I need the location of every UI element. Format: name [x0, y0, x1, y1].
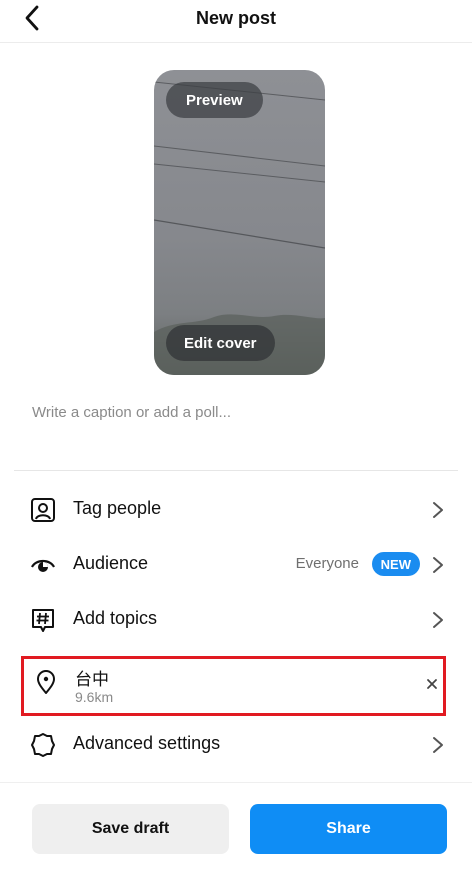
- location-pin-icon: [37, 670, 55, 694]
- add-topics-label: Add topics: [73, 608, 158, 628]
- location-row[interactable]: 台中 9.6km: [21, 656, 446, 716]
- chevron-right-icon: [433, 557, 443, 573]
- audience-label: Audience: [73, 553, 149, 573]
- tag-people-label: Tag people: [73, 498, 162, 518]
- advanced-settings-label: Advanced settings: [73, 733, 221, 753]
- share-button[interactable]: Share: [250, 804, 447, 854]
- remove-location-button[interactable]: [423, 675, 441, 693]
- page-title: New post: [195, 8, 276, 28]
- caption-input[interactable]: Write a caption or add a poll...: [32, 404, 442, 421]
- divider: [0, 782, 472, 783]
- tag-person-icon: [31, 498, 55, 522]
- chevron-right-icon: [433, 737, 443, 753]
- location-distance: 9.6km: [75, 689, 114, 705]
- gear-icon: [31, 733, 55, 757]
- chevron-right-icon: [433, 612, 443, 628]
- divider: [14, 470, 458, 471]
- audience-row[interactable]: Audience Everyone NEW: [18, 540, 454, 590]
- post-preview-image[interactable]: Preview Edit cover: [154, 70, 325, 375]
- location-name: 台中: [75, 670, 109, 689]
- eye-icon: [31, 559, 55, 572]
- close-icon: [427, 679, 437, 689]
- new-post-screen: New post Preview Edit cover Write a capt…: [0, 0, 472, 876]
- tag-people-row[interactable]: Tag people: [18, 485, 454, 535]
- save-draft-button[interactable]: Save draft: [32, 804, 229, 854]
- audience-value: Everyone: [295, 555, 359, 572]
- header: New post: [0, 0, 472, 43]
- preview-button[interactable]: Preview: [166, 82, 263, 118]
- advanced-settings-row[interactable]: Advanced settings: [18, 720, 454, 770]
- edit-cover-button[interactable]: Edit cover: [166, 325, 275, 361]
- add-topics-row[interactable]: Add topics: [18, 595, 454, 645]
- hashtag-icon: [32, 609, 54, 632]
- new-badge: NEW: [371, 552, 420, 576]
- chevron-right-icon: [433, 502, 443, 518]
